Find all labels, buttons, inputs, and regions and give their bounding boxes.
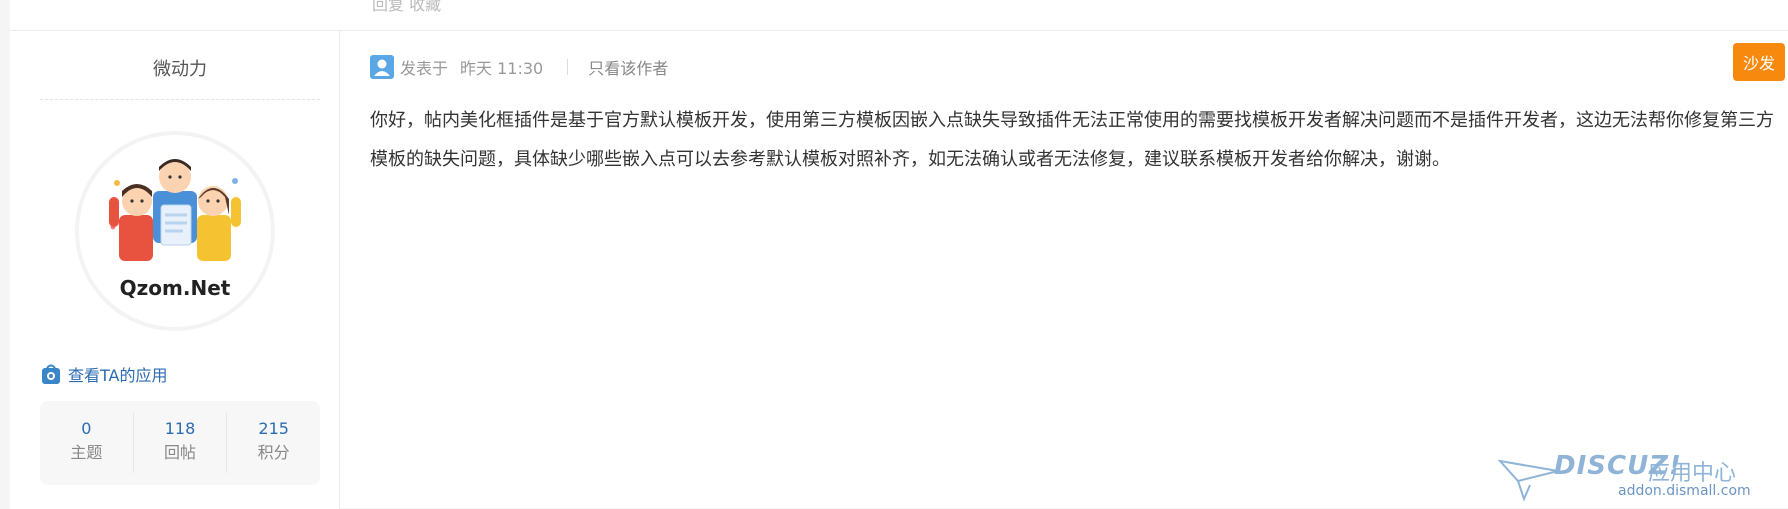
discuz-watermark: DISCUZ! 应用中心 addon.dismall.com [1498,451,1758,503]
post-meta: 发表于 昨天 11:30 只看该作者 [370,53,668,81]
stat-value: 0 [81,419,92,438]
post-content: 你好，帖内美化框插件是基于官方默认模板开发，使用第三方模板因嵌入点缺失导致插件无… [370,110,1774,170]
app-bag-icon [42,364,60,384]
posted-label: 发表于 [400,59,449,78]
floor-badge[interactable]: 沙发 [1733,43,1785,81]
view-apps-link[interactable]: 查看TA的应用 [40,361,167,387]
stat-label: 主题 [70,443,103,462]
post-time: 昨天 11:30 [460,59,544,78]
avatar[interactable]: Qzom.Net [75,131,275,331]
view-apps-label: 查看TA的应用 [68,366,168,385]
previous-post-actions[interactable]: 回复 收藏 [372,0,441,14]
post-container: 回复 收藏 微动力 Qzom.Net 查看TA的应用 0 主题 118 回帖 2… [10,0,1788,509]
post-main: 发表于 昨天 11:30 只看该作者 沙发 你好，帖内美化框插件是基于官方默认模… [340,31,1788,509]
stat-replies[interactable]: 118 回帖 [134,413,228,473]
author-stats: 0 主题 118 回帖 215 积分 [40,401,320,485]
stat-value: 118 [164,419,196,438]
divider [40,99,320,100]
meta-separator [567,59,569,75]
previous-post-bottom: 回复 收藏 [10,0,1788,31]
stat-label: 回帖 [164,443,197,462]
stat-topics[interactable]: 0 主题 [40,413,134,473]
stat-value: 215 [258,419,289,438]
user-icon [370,55,394,79]
author-name[interactable]: 微动力 [40,55,320,81]
page: 回复 收藏 微动力 Qzom.Net 查看TA的应用 0 主题 118 回帖 2… [0,0,1788,509]
stat-label: 积分 [257,443,290,462]
author-sidebar: 微动力 Qzom.Net 查看TA的应用 0 主题 118 回帖 215 积分 [10,31,340,509]
watermark-url: addon.dismall.com [1618,483,1751,499]
avatar-illustration: Qzom.Net [109,159,241,300]
avatar-brand-text: Qzom.Net [120,276,231,300]
only-author-link[interactable]: 只看该作者 [588,55,668,79]
stat-points[interactable]: 215 积分 [227,413,320,473]
